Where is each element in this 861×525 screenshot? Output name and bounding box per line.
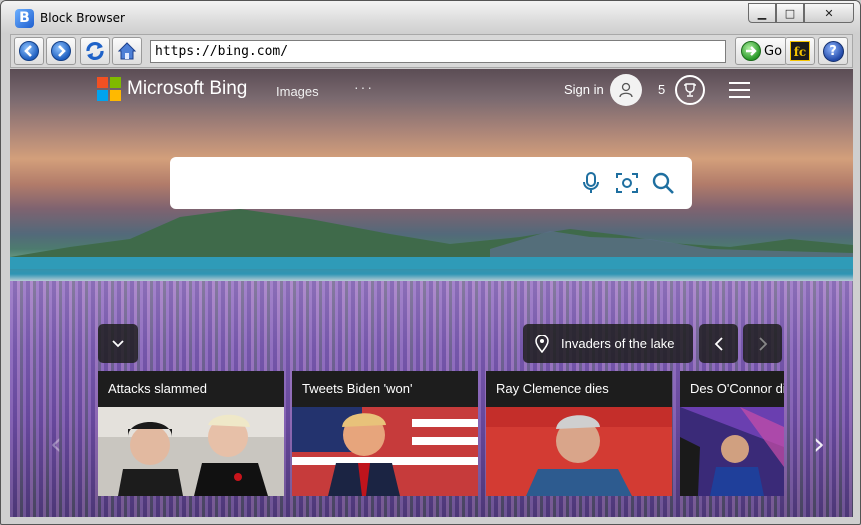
news-headline: Ray Clemence dies	[486, 371, 672, 407]
background-mountains	[10, 209, 853, 269]
logo-square-red	[97, 77, 108, 88]
back-button[interactable]	[14, 37, 44, 65]
news-thumbnail	[98, 407, 284, 496]
back-arrow-icon	[19, 41, 39, 61]
search-icon[interactable]	[650, 170, 676, 196]
maximize-icon: □	[784, 6, 796, 20]
location-pin-icon	[535, 334, 549, 353]
minimize-icon: ▁	[757, 6, 767, 20]
image-location-button[interactable]: Invaders of the lake	[523, 324, 693, 363]
news-headline: Des O'Connor dies	[680, 371, 784, 407]
menu-line	[729, 96, 750, 98]
rewards-button[interactable]	[675, 75, 705, 105]
carousel-next-icon[interactable]: ›	[813, 427, 825, 462]
home-button[interactable]	[112, 37, 142, 65]
next-image-button[interactable]	[743, 324, 782, 363]
window-controls: ▁ □ ✕	[748, 3, 854, 23]
forward-button[interactable]	[46, 37, 76, 65]
logo-square-green	[110, 77, 121, 88]
browser-toolbar: https://bing.com/ Go fc ?	[10, 34, 853, 68]
sign-in-link[interactable]: Sign in	[564, 82, 604, 97]
title-bar[interactable]: B Block Browser ▁ □ ✕	[1, 1, 860, 34]
logo-square-blue	[97, 90, 108, 101]
go-button[interactable]: Go	[735, 37, 787, 65]
news-headline: Tweets Biden 'won'	[292, 371, 478, 407]
go-label: Go	[764, 43, 783, 59]
close-button[interactable]: ✕	[804, 3, 854, 23]
fc-icon: fc	[790, 41, 810, 61]
close-icon: ✕	[824, 6, 834, 20]
browser-window: B Block Browser ▁ □ ✕ https://bing.com/ …	[0, 0, 861, 525]
collapse-news-button[interactable]	[98, 324, 138, 363]
avatar[interactable]	[610, 74, 642, 106]
news-card[interactable]: Attacks slammed	[98, 371, 284, 496]
fc-button[interactable]: fc	[785, 37, 815, 65]
logo-square-yellow	[110, 90, 121, 101]
visual-search-icon[interactable]	[614, 170, 640, 196]
user-icon	[619, 82, 633, 98]
rewards-points[interactable]: 5	[658, 82, 665, 97]
chevron-down-icon	[112, 339, 124, 347]
news-card[interactable]: Tweets Biden 'won'	[292, 371, 478, 496]
maximize-button[interactable]: □	[776, 3, 804, 23]
help-button[interactable]: ?	[818, 37, 848, 65]
image-location-label: Invaders of the lake	[561, 336, 675, 351]
search-input[interactable]	[170, 157, 692, 209]
trophy-icon	[684, 83, 696, 97]
nav-more-button[interactable]: ···	[354, 79, 374, 95]
previous-image-button[interactable]	[699, 324, 738, 363]
window-title: Block Browser	[40, 11, 125, 25]
help-icon: ?	[822, 40, 844, 62]
menu-button[interactable]	[729, 82, 750, 98]
bing-logo[interactable]	[97, 77, 121, 101]
refresh-icon	[86, 42, 104, 60]
web-content: Microsoft Bing Images ··· Sign in 5 Inva…	[10, 69, 853, 517]
news-thumbnail	[292, 407, 478, 496]
forward-arrow-icon	[51, 41, 71, 61]
news-card[interactable]: Ray Clemence dies	[486, 371, 672, 496]
news-card[interactable]: Des O'Connor dies	[680, 371, 784, 496]
carousel-prev-icon[interactable]: ‹	[50, 427, 62, 462]
home-icon	[117, 42, 137, 60]
news-headline: Attacks slammed	[98, 371, 284, 407]
news-thumbnail	[486, 407, 672, 496]
menu-line	[729, 89, 750, 91]
chevron-right-icon	[758, 336, 767, 351]
news-thumbnail	[680, 407, 784, 496]
microphone-icon[interactable]	[578, 170, 604, 196]
go-arrow-icon	[741, 41, 761, 61]
menu-line	[729, 82, 750, 84]
nav-images-link[interactable]: Images	[276, 84, 319, 99]
minimize-button[interactable]: ▁	[748, 3, 776, 23]
refresh-button[interactable]	[80, 37, 110, 65]
address-bar[interactable]: https://bing.com/	[150, 40, 726, 63]
chevron-left-icon	[714, 336, 723, 351]
bing-brand[interactable]: Microsoft Bing	[127, 78, 247, 100]
app-icon: B	[15, 9, 34, 28]
